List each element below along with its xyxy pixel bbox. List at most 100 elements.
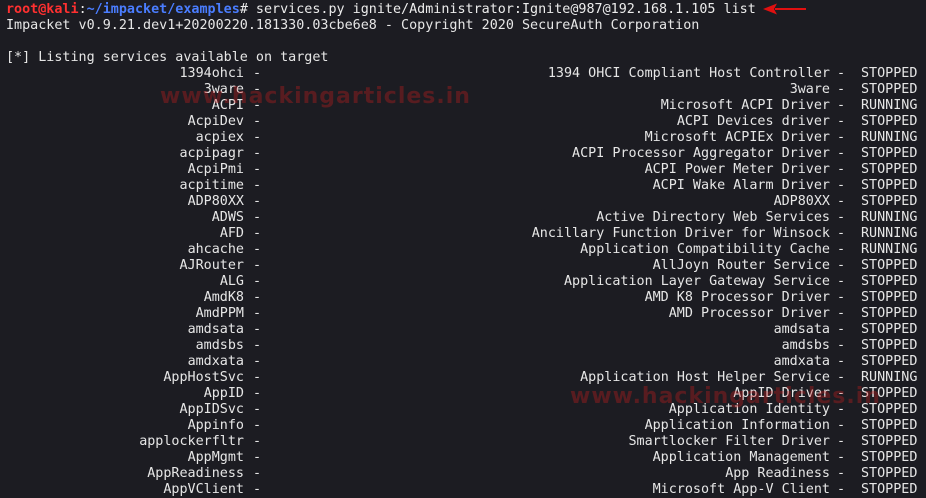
service-name: AmdK8 bbox=[203, 290, 244, 305]
service-row: 1394ohci -1394 OHCI Compliant Host Contro… bbox=[0, 66, 926, 82]
separator-dash: - bbox=[837, 242, 846, 257]
service-row: AppMgmt - Application Management - STOPPED bbox=[0, 450, 926, 466]
service-row: amdsata - amdsata - STOPPED bbox=[0, 322, 926, 338]
separator-dash: - bbox=[253, 338, 262, 353]
separator-dash: - bbox=[837, 130, 846, 145]
service-state: STOPPED bbox=[861, 306, 918, 321]
service-display-name: AMD Processor Driver bbox=[668, 306, 830, 321]
service-name: ADP80XX bbox=[187, 194, 244, 209]
service-row: AppID - AppID Driver - STOPPED bbox=[0, 386, 926, 402]
service-name: ADWS bbox=[211, 210, 244, 225]
service-display-name: Application Identity bbox=[668, 402, 830, 417]
service-state: RUNNING bbox=[861, 210, 918, 225]
service-state: RUNNING bbox=[861, 242, 918, 257]
service-name: AcpiDev bbox=[187, 114, 244, 129]
separator-dash: - bbox=[837, 178, 846, 193]
service-display-name: App Readiness bbox=[725, 466, 830, 481]
separator-dash: - bbox=[253, 370, 262, 385]
prompt-symbol: # bbox=[239, 2, 248, 17]
service-row: ahcache - Application Compatibility Cache -… bbox=[0, 242, 926, 258]
separator-dash: - bbox=[837, 114, 846, 129]
separator-dash: - bbox=[253, 306, 262, 321]
service-row: Appinfo - Application Information - STOPPED bbox=[0, 418, 926, 434]
service-state: STOPPED bbox=[861, 274, 918, 289]
service-display-name: ADP80XX bbox=[773, 194, 830, 209]
listing-header: [*] Listing services available on target bbox=[6, 50, 329, 65]
command-prompt-line: root@kali:~/impacket/examples# services.… bbox=[6, 2, 756, 18]
prompt-separator: : bbox=[78, 2, 87, 17]
service-name: applockerfltr bbox=[139, 434, 244, 449]
service-display-name: Active Directory Web Services bbox=[596, 210, 830, 225]
separator-dash: - bbox=[253, 98, 262, 113]
service-name: AppHostSvc bbox=[163, 370, 244, 385]
service-display-name: ACPI Wake Alarm Driver bbox=[652, 178, 830, 193]
separator-dash: - bbox=[837, 434, 846, 449]
service-name: AFD bbox=[219, 226, 244, 241]
service-name: AppVClient bbox=[163, 482, 244, 497]
service-display-name: 1394 OHCI Compliant Host Controller bbox=[547, 66, 830, 81]
service-display-name: 3ware bbox=[789, 82, 830, 97]
service-state: STOPPED bbox=[861, 402, 918, 417]
separator-dash: - bbox=[253, 274, 262, 289]
impacket-banner: Impacket v0.9.21.dev1+20200220.181330.03… bbox=[6, 18, 700, 33]
separator-dash: - bbox=[253, 162, 262, 177]
service-display-name: ACPI Power Meter Driver bbox=[644, 162, 830, 177]
separator-dash: - bbox=[837, 338, 846, 353]
separator-dash: - bbox=[837, 210, 846, 225]
service-name: 3ware bbox=[203, 82, 244, 97]
service-name: AmdPPM bbox=[195, 306, 244, 321]
service-name: AppIDSvc bbox=[179, 402, 245, 417]
separator-dash: - bbox=[253, 418, 262, 433]
service-name: ahcache bbox=[187, 242, 244, 257]
service-name: AppID bbox=[203, 386, 244, 401]
separator-dash: - bbox=[837, 482, 846, 497]
separator-dash: - bbox=[253, 114, 262, 129]
service-state: STOPPED bbox=[861, 322, 918, 337]
separator-dash: - bbox=[837, 466, 846, 481]
separator-dash: - bbox=[253, 434, 262, 449]
service-name: 1394ohci bbox=[179, 66, 245, 81]
separator-dash: - bbox=[253, 130, 262, 145]
service-state: STOPPED bbox=[861, 114, 918, 129]
service-name: AppMgmt bbox=[187, 450, 244, 465]
service-name: AppReadiness bbox=[147, 466, 244, 481]
separator-dash: - bbox=[253, 146, 262, 161]
service-name: acpitime bbox=[179, 178, 245, 193]
separator-dash: - bbox=[253, 466, 262, 481]
service-display-name: amdsbs bbox=[781, 338, 830, 353]
service-display-name: AppID Driver bbox=[733, 386, 830, 401]
service-display-name: Smartlocker Filter Driver bbox=[628, 434, 830, 449]
service-name: amdsbs bbox=[195, 338, 244, 353]
service-display-name: Application Management bbox=[652, 450, 830, 465]
separator-dash: - bbox=[837, 162, 846, 177]
terminal-window[interactable]: root@kali:~/impacket/examples# services.… bbox=[0, 0, 926, 497]
service-row: AppVClient - Microsoft App-V Client - STOPPE… bbox=[0, 482, 926, 498]
separator-dash: - bbox=[837, 194, 846, 209]
service-state: STOPPED bbox=[861, 386, 918, 401]
service-display-name: Ancillary Function Driver for Winsock bbox=[531, 226, 830, 241]
service-name: amdsata bbox=[187, 322, 244, 337]
red-arrow-icon bbox=[763, 3, 806, 15]
service-name: acpipagr bbox=[179, 146, 245, 161]
service-row: acpipagr - ACPI Processor Aggregator Drive… bbox=[0, 146, 926, 162]
separator-dash: - bbox=[837, 258, 846, 273]
separator-dash: - bbox=[837, 418, 846, 433]
service-state: STOPPED bbox=[861, 354, 918, 369]
service-display-name: Microsoft ACPIEx Driver bbox=[644, 130, 830, 145]
service-name: AcpiPmi bbox=[187, 162, 244, 177]
service-row: AmdPPM - AMD Processor Driver - STOPPED bbox=[0, 306, 926, 322]
service-row: 3ware -3ware - STOPPED bbox=[0, 82, 926, 98]
service-state: STOPPED bbox=[861, 466, 918, 481]
service-display-name: AllJoyn Router Service bbox=[652, 258, 830, 273]
separator-dash: - bbox=[253, 258, 262, 273]
separator-dash: - bbox=[837, 306, 846, 321]
service-row: AJRouter - AllJoyn Router Service - STOPPED bbox=[0, 258, 926, 274]
separator-dash: - bbox=[253, 226, 262, 241]
service-state: RUNNING bbox=[861, 98, 918, 113]
service-row: amdxata - amdxata - STOPPED bbox=[0, 354, 926, 370]
service-row: amdsbs - amdsbs - STOPPED bbox=[0, 338, 926, 354]
service-display-name: amdxata bbox=[773, 354, 830, 369]
service-row: AppReadiness - App Readiness - STOPPED bbox=[0, 466, 926, 482]
separator-dash: - bbox=[253, 178, 262, 193]
separator-dash: - bbox=[837, 226, 846, 241]
